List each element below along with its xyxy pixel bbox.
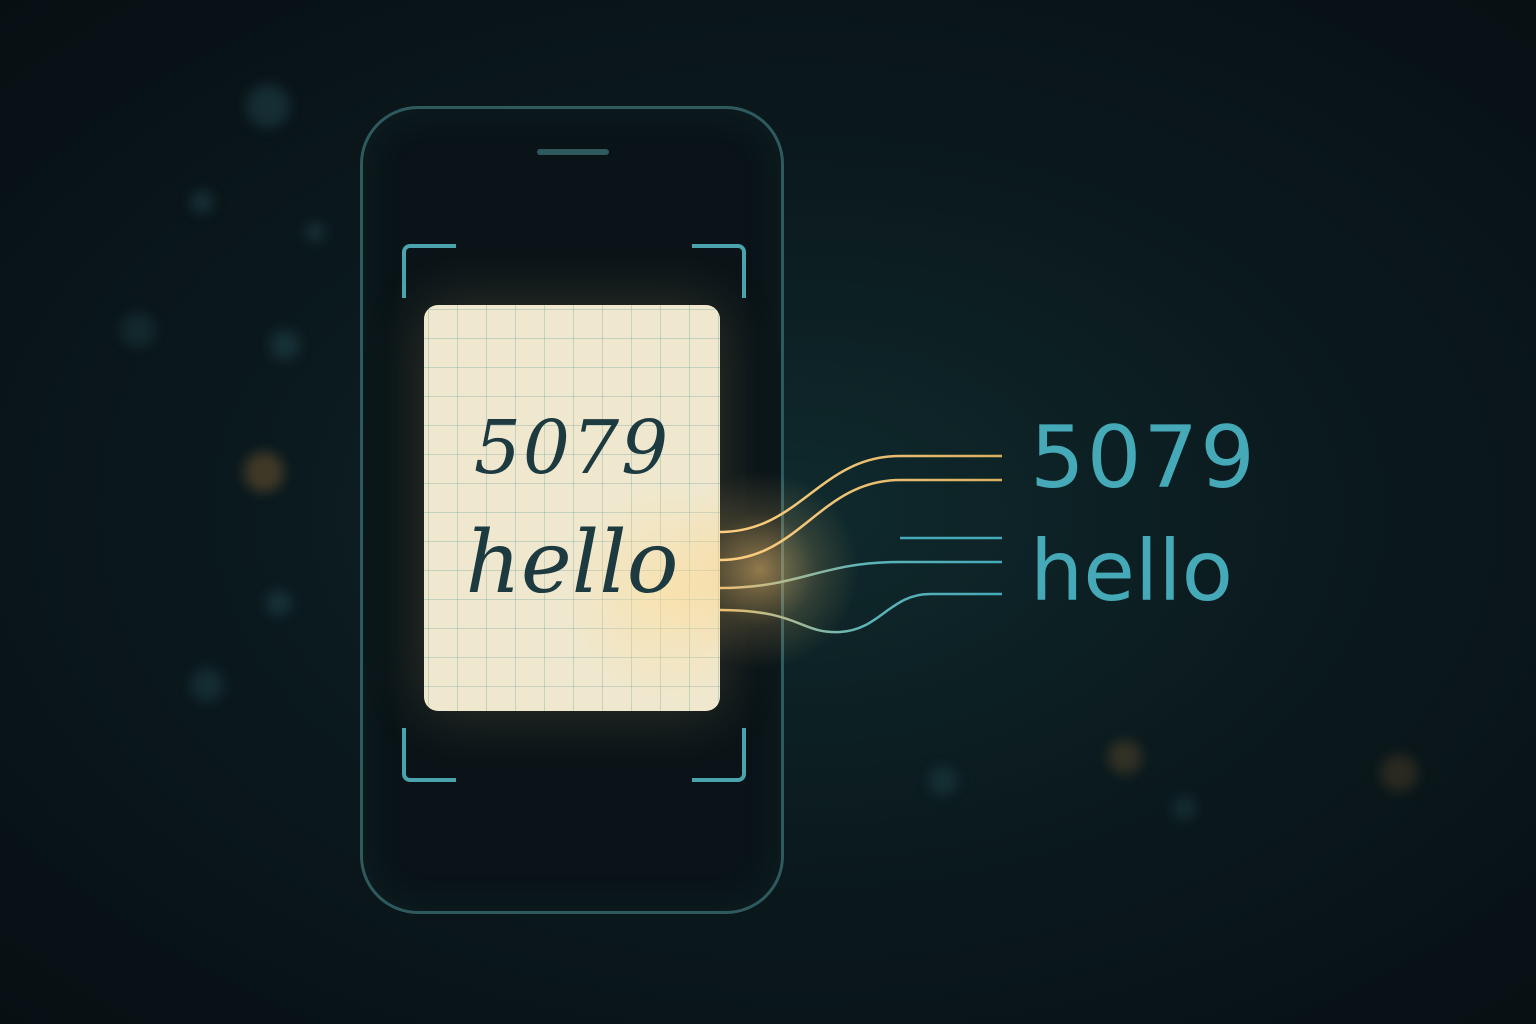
stream-line (719, 454, 1002, 534)
handwritten-word: hello (465, 513, 679, 613)
stream-line (719, 592, 1002, 634)
stream-line (719, 560, 1002, 590)
ocr-illustration: 5079 hello 5079 hello (0, 0, 1536, 1024)
recognized-number: 5079 (1030, 408, 1257, 508)
recognized-word: hello (1030, 522, 1233, 620)
stream-line (719, 478, 1002, 562)
data-stream-lines (719, 454, 1002, 634)
handwritten-number: 5079 (473, 405, 671, 491)
